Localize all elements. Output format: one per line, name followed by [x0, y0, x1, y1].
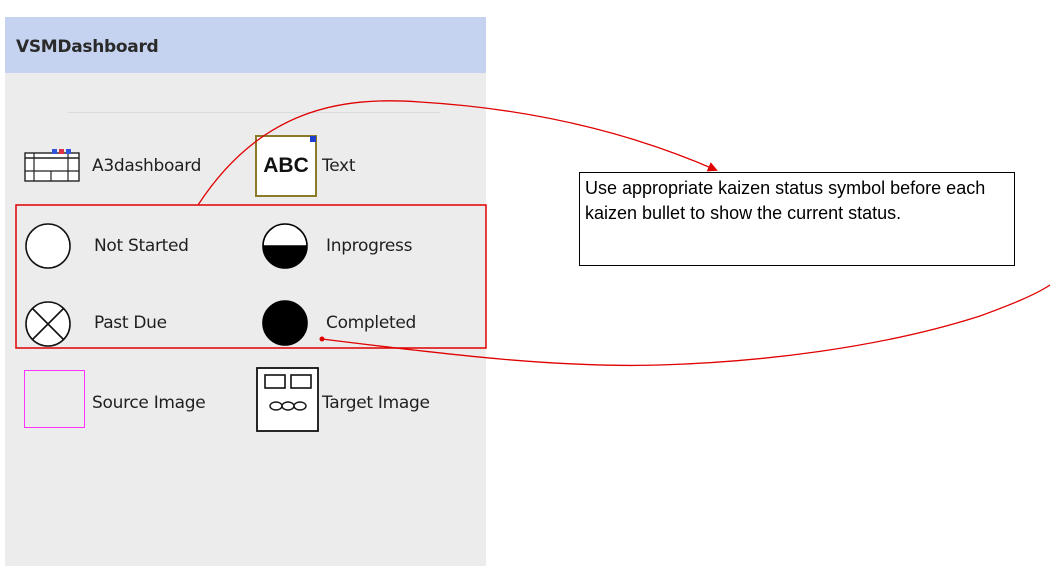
past-due-label[interactable]: Past Due	[94, 313, 167, 333]
filled-circle-icon[interactable]	[260, 298, 310, 348]
toolbox-panel	[5, 17, 486, 566]
completed-label[interactable]: Completed	[326, 313, 416, 333]
a3-dashboard-icon[interactable]	[24, 147, 82, 183]
callout-note: Use appropriate kaizen status symbol bef…	[579, 172, 1015, 266]
target-image-icon[interactable]	[256, 367, 320, 433]
a3dashboard-label[interactable]: A3dashboard	[92, 156, 201, 176]
inprogress-label[interactable]: Inprogress	[326, 236, 412, 256]
text-label[interactable]: Text	[322, 156, 355, 176]
text-icon-corner	[310, 136, 316, 142]
text-icon-letters: ABC	[263, 154, 309, 177]
empty-circle-icon[interactable]	[24, 222, 72, 270]
target-image-label[interactable]: Target Image	[322, 393, 430, 413]
crossed-circle-icon[interactable]	[24, 300, 72, 348]
not-started-label[interactable]: Not Started	[94, 236, 189, 256]
toolbox-title: VSMDashboard	[16, 37, 159, 57]
toolbox-separator	[68, 112, 440, 113]
callout-text: Use appropriate kaizen status symbol bef…	[585, 178, 986, 223]
half-filled-circle-icon[interactable]	[260, 222, 310, 270]
magenta-square-icon[interactable]	[24, 370, 85, 428]
text-abc-icon[interactable]: ABC	[255, 135, 317, 197]
source-image-label[interactable]: Source Image	[92, 393, 206, 413]
